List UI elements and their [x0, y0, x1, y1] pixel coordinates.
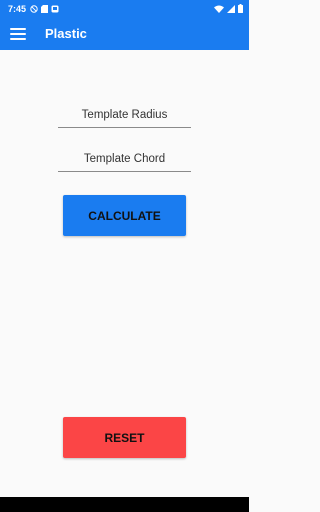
wifi-icon	[214, 5, 224, 13]
status-bar: 7:45	[0, 0, 249, 17]
shield-icon	[51, 5, 59, 12]
battery-icon	[238, 4, 243, 13]
template-radius-input[interactable]: Template Radius	[58, 109, 191, 128]
reset-button[interactable]: RESET	[63, 417, 186, 458]
navigation-bar	[0, 497, 249, 512]
hamburger-menu-icon[interactable]	[10, 26, 26, 42]
sd-card-icon	[41, 4, 49, 13]
calculate-button[interactable]: CALCULATE	[63, 195, 186, 236]
signal-icon	[227, 4, 235, 13]
template-chord-input[interactable]: Template Chord	[58, 153, 191, 172]
app-title: Plastic	[45, 26, 87, 41]
dnd-icon	[30, 4, 38, 13]
app-bar: Plastic	[0, 17, 249, 50]
status-time: 7:45	[8, 3, 27, 14]
